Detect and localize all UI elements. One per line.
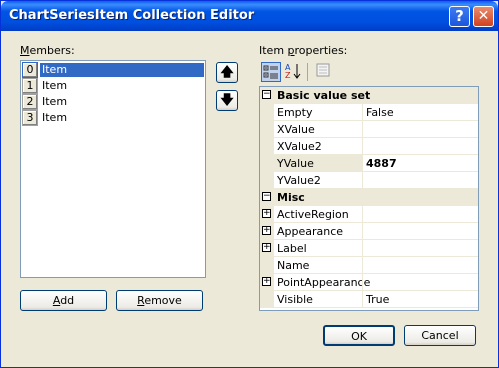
members-label: Members: xyxy=(20,44,75,57)
category-misc[interactable]: − Misc xyxy=(260,189,478,206)
property-pages-icon[interactable] xyxy=(313,62,333,82)
list-item[interactable]: 1 Item xyxy=(22,78,204,94)
remove-button[interactable]: Remove xyxy=(116,290,203,311)
title-bar[interactable]: ChartSeriesItem Collection Editor ? ✕ xyxy=(1,1,498,31)
move-up-button[interactable]: 🡅 xyxy=(216,62,238,83)
categorized-icon[interactable] xyxy=(261,62,281,82)
property-name: Name xyxy=(277,259,310,272)
property-row[interactable]: XValue2 xyxy=(260,138,478,155)
item-label: Item xyxy=(42,111,68,124)
item-label: Item xyxy=(42,95,68,108)
property-name: Label xyxy=(277,242,307,255)
property-row[interactable]: + PointAppearance xyxy=(260,274,478,291)
item-index: 0 xyxy=(22,62,38,78)
list-item[interactable]: 3 Item xyxy=(22,110,204,126)
window-title: ChartSeriesItem Collection Editor xyxy=(9,8,255,23)
item-label: Item xyxy=(42,79,68,92)
property-value[interactable]: True xyxy=(366,293,389,306)
property-grid-toolbar: AZ xyxy=(259,61,479,83)
property-name: XValue xyxy=(277,123,315,136)
arrow-up-icon: 🡅 xyxy=(220,65,234,80)
property-row[interactable]: + Appearance xyxy=(260,223,478,240)
help-button[interactable]: ? xyxy=(449,6,470,27)
property-name: YValue xyxy=(277,157,314,170)
arrow-down-icon: 🡇 xyxy=(220,93,234,108)
property-row[interactable]: YValue2 xyxy=(260,172,478,189)
property-grid[interactable]: − Basic value set Empty False XValue XVal… xyxy=(259,86,479,311)
category-title: Misc xyxy=(277,191,305,204)
cancel-button[interactable]: Cancel xyxy=(404,325,476,346)
expand-icon[interactable]: + xyxy=(262,243,271,252)
property-name: XValue2 xyxy=(277,140,322,153)
close-button[interactable]: ✕ xyxy=(473,6,494,27)
list-item[interactable]: 0 Item xyxy=(22,62,204,78)
property-row[interactable]: Name xyxy=(260,257,478,274)
expand-icon[interactable]: + xyxy=(262,209,271,218)
property-row[interactable]: Visible True xyxy=(260,291,478,308)
collapse-icon[interactable]: − xyxy=(262,90,271,99)
item-index: 2 xyxy=(22,94,38,110)
list-item[interactable]: 2 Item xyxy=(22,94,204,110)
property-row[interactable]: + Label xyxy=(260,240,478,257)
toolbar-separator xyxy=(307,63,308,81)
expand-icon[interactable]: + xyxy=(262,226,271,235)
property-value[interactable]: False xyxy=(366,106,394,119)
property-row[interactable]: XValue xyxy=(260,121,478,138)
move-down-button[interactable]: 🡇 xyxy=(216,90,238,111)
ok-button[interactable]: OK xyxy=(323,325,395,346)
collapse-icon[interactable]: − xyxy=(262,192,271,201)
item-label: Item xyxy=(40,63,204,77)
expand-icon[interactable]: + xyxy=(262,277,271,286)
category-basic-value-set[interactable]: − Basic value set xyxy=(260,87,478,104)
collection-editor-window: ChartSeriesItem Collection Editor ? ✕ Me… xyxy=(0,0,499,368)
property-name: Appearance xyxy=(277,225,344,238)
item-index: 3 xyxy=(22,110,38,126)
property-name: YValue2 xyxy=(277,174,321,187)
members-list[interactable]: 0 Item 1 Item 2 Item 3 Item xyxy=(20,60,206,278)
add-button[interactable]: Add xyxy=(20,290,107,311)
svg-text:Z: Z xyxy=(285,71,291,80)
property-row-selected[interactable]: YValue 4887 xyxy=(260,155,478,172)
property-name: PointAppearance xyxy=(277,276,371,289)
item-properties-label: Item properties: xyxy=(259,44,348,57)
property-row[interactable]: + ActiveRegion xyxy=(260,206,478,223)
alphabetical-icon[interactable]: AZ xyxy=(283,62,303,82)
property-row[interactable]: Empty False xyxy=(260,104,478,121)
item-index: 1 xyxy=(22,78,38,94)
property-value[interactable]: 4887 xyxy=(366,157,397,170)
property-name: Visible xyxy=(277,293,313,306)
property-name: Empty xyxy=(277,106,313,119)
property-name: ActiveRegion xyxy=(277,208,349,221)
category-title: Basic value set xyxy=(277,89,371,102)
